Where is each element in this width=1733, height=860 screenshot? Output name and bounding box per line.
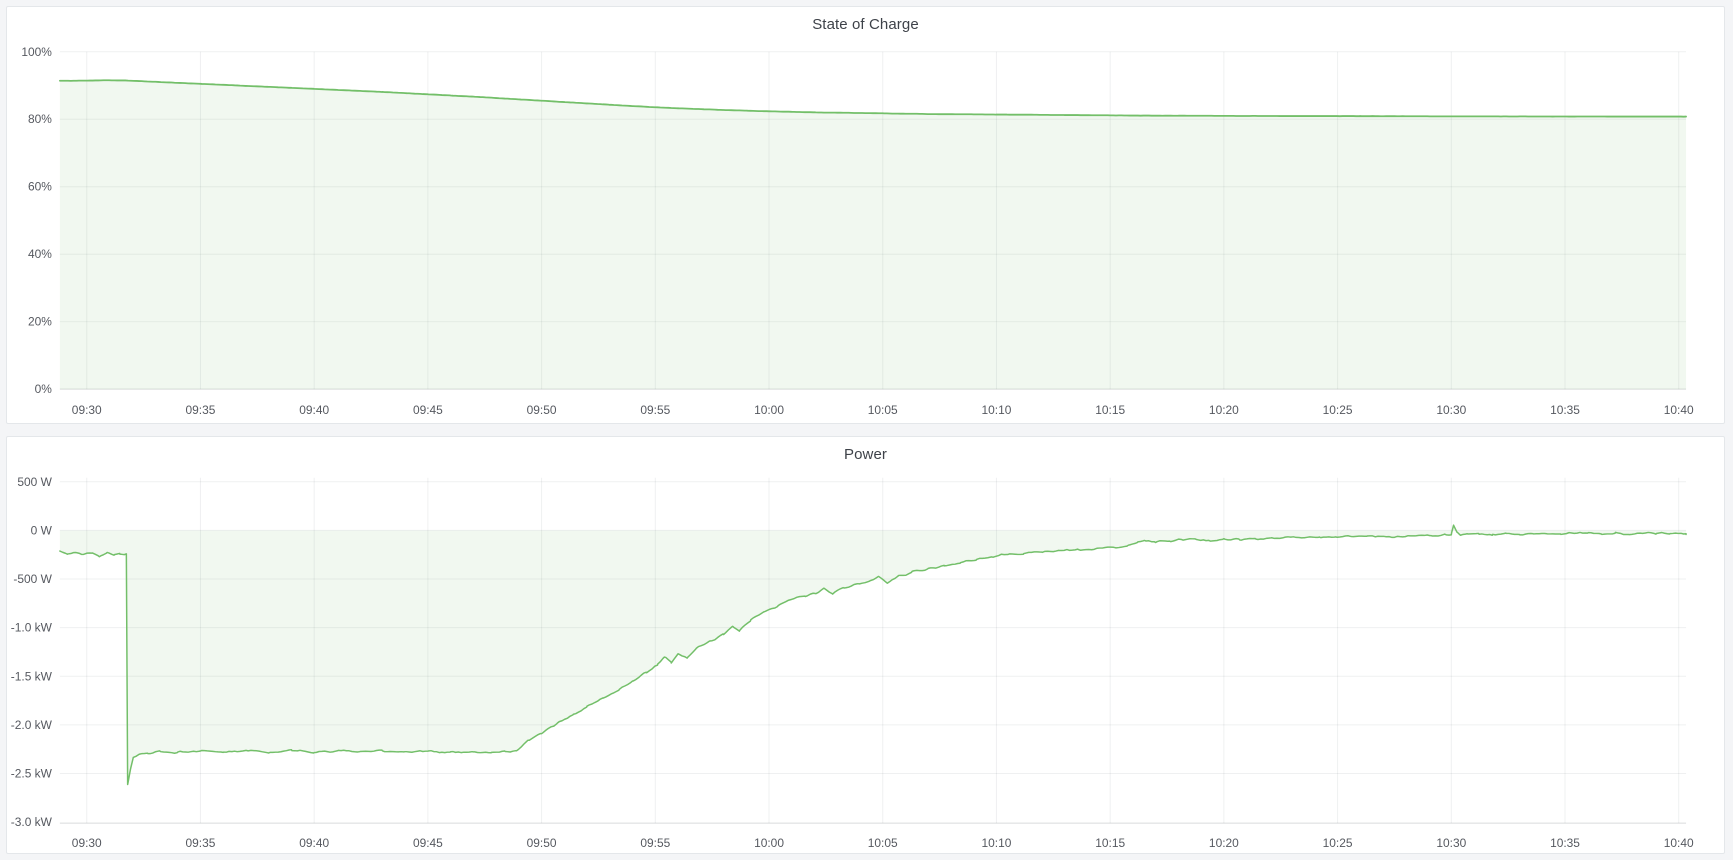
y-tick-label: 0 W <box>31 523 53 537</box>
y-tick-label: -500 W <box>13 572 52 586</box>
x-tick-label: 09:30 <box>72 836 102 850</box>
x-tick-label: 10:30 <box>1436 403 1466 417</box>
y-tick-label: -1.5 kW <box>11 669 53 683</box>
power-chart[interactable]: 500 W 0 W -500 W -1.0 kW -1.5 kW -2.0 kW -2.5 … <box>7 437 1724 853</box>
y-tick-label: -3.0 kW <box>11 815 53 829</box>
x-tick-label: 09:35 <box>186 403 216 417</box>
x-tick-label: 10:10 <box>982 403 1012 417</box>
x-tick-label: 10:30 <box>1436 836 1466 850</box>
x-tick-label: 10:15 <box>1095 403 1125 417</box>
x-tick-label: 10:35 <box>1550 836 1580 850</box>
x-tick-label: 10:35 <box>1550 403 1580 417</box>
x-tick-label: 10:05 <box>868 836 898 850</box>
x-tick-label: 09:45 <box>413 403 443 417</box>
y-tick-label: 20% <box>28 315 52 329</box>
x-tick-label: 10:15 <box>1095 836 1125 850</box>
state-of-charge-chart[interactable]: 100% 80% 60% 40% 20% 0% 09:30 09:35 09:40 09:45 09… <box>7 7 1724 423</box>
x-tick-label: 10:25 <box>1323 403 1353 417</box>
x-tick-label: 09:40 <box>299 836 329 850</box>
y-tick-label: 0% <box>35 382 53 396</box>
y-tick-label: -2.0 kW <box>11 718 53 732</box>
x-tick-label: 10:00 <box>754 836 784 850</box>
y-tick-label: 60% <box>28 180 52 194</box>
panel-title: Power <box>7 446 1724 463</box>
y-tick-label: -1.0 kW <box>11 621 53 635</box>
x-tick-label: 09:50 <box>527 403 557 417</box>
x-tick-label: 10:00 <box>754 403 784 417</box>
x-tick-label: 10:40 <box>1664 836 1694 850</box>
x-tick-label: 09:45 <box>413 836 443 850</box>
y-tick-label: 500 W <box>17 475 52 489</box>
x-tick-label: 10:40 <box>1664 403 1694 417</box>
x-tick-label: 10:20 <box>1209 836 1239 850</box>
x-tick-label: 09:35 <box>186 836 216 850</box>
x-tick-label: 09:40 <box>299 403 329 417</box>
y-tick-label: 80% <box>28 112 52 126</box>
x-tick-label: 09:50 <box>527 836 557 850</box>
x-tick-label: 10:20 <box>1209 403 1239 417</box>
x-tick-label: 09:55 <box>640 836 670 850</box>
y-tick-label: 40% <box>28 247 52 261</box>
x-tick-label: 10:25 <box>1323 836 1353 850</box>
x-tick-label: 09:55 <box>640 403 670 417</box>
panel-title: State of Charge <box>7 16 1724 33</box>
x-tick-label: 10:10 <box>982 836 1012 850</box>
panel-power: 500 W 0 W -500 W -1.0 kW -1.5 kW -2.0 kW -2.5 … <box>6 436 1725 854</box>
x-tick-label: 10:05 <box>868 403 898 417</box>
x-tick-label: 09:30 <box>72 403 102 417</box>
y-tick-label: 100% <box>21 45 52 59</box>
panel-state-of-charge: 100% 80% 60% 40% 20% 0% 09:30 09:35 09:40 09:45 09… <box>6 6 1725 424</box>
y-tick-label: -2.5 kW <box>11 767 53 781</box>
